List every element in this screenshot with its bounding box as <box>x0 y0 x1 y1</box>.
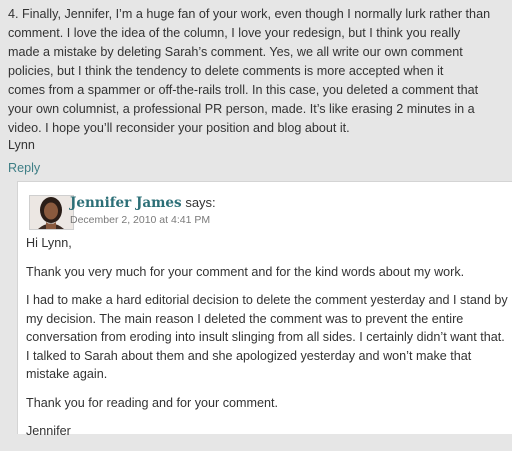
comment-signature: Lynn <box>8 138 35 152</box>
reply-body: Hi Lynn, Thank you very much for your co… <box>26 234 508 451</box>
author-avatar <box>29 195 74 230</box>
reply-paragraph: Jennifer <box>26 424 71 438</box>
reply-paragraph: Thank you for reading and for your comme… <box>26 395 279 410</box>
comment-author-line: Jennifer James says: <box>70 194 216 212</box>
reply-paragraph: Hi Lynn, <box>26 236 72 250</box>
says-label: says: <box>185 195 216 210</box>
reply-comment: Jennifer James says: December 2, 2010 at… <box>17 181 512 438</box>
comment-date-link[interactable]: December 2, 2010 at 4:41 PM <box>70 213 210 227</box>
comment-thread-parent: 4. Finally, Jennifer, I’m a huge fan of … <box>8 0 508 152</box>
avatar-icon <box>30 196 73 229</box>
reply-paragraph: I had to make a hard editorial decision … <box>26 293 508 381</box>
reply-link[interactable]: Reply <box>8 160 40 176</box>
reply-paragraph: Thank you very much for your comment and… <box>26 264 465 279</box>
author-name-link[interactable]: Jennifer James <box>70 195 182 211</box>
comment-text: 4. Finally, Jennifer, I’m a huge fan of … <box>8 7 491 135</box>
